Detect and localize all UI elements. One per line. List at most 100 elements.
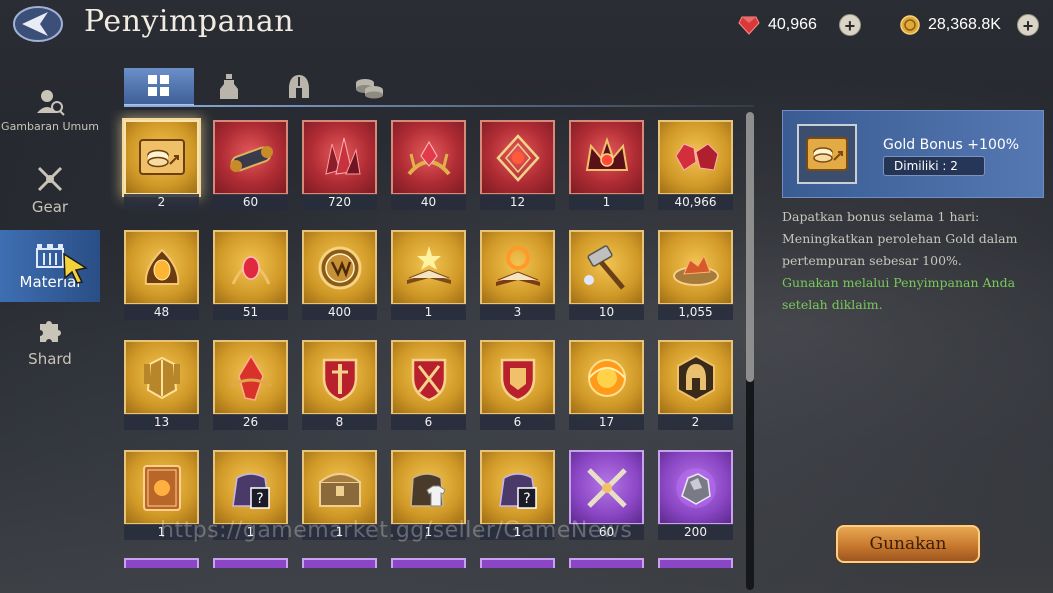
detail-item-name: Gold Bonus +100% (883, 137, 1020, 153)
item-frame[interactable] (124, 120, 199, 195)
item-count: 1 (213, 524, 288, 540)
tab-currency[interactable] (334, 68, 404, 106)
sword-shield-icon (322, 358, 357, 401)
mystery-bag-icon: ? (231, 472, 270, 509)
inventory-slot[interactable]: 1 (569, 120, 644, 210)
item-frame[interactable] (302, 340, 377, 415)
item-count: 48 (124, 304, 199, 320)
inventory-slot[interactable]: 17 (569, 340, 644, 430)
item-frame[interactable] (569, 120, 644, 195)
item-frame[interactable]: ? (480, 450, 555, 525)
grid-icon (148, 75, 169, 96)
inventory-slot[interactable]: 26 (213, 340, 288, 430)
inventory-slot[interactable]: 10 (569, 230, 644, 320)
item-count: 720 (302, 194, 377, 210)
item-frame[interactable]: ? (213, 450, 288, 525)
inventory-slot[interactable]: 6 (480, 340, 555, 430)
item-frame[interactable] (480, 340, 555, 415)
inventory-slot[interactable]: 1 (124, 450, 199, 540)
item-frame[interactable] (658, 230, 733, 305)
sidebar-item-shard[interactable]: Shard (0, 302, 100, 382)
item-count: 400 (302, 304, 377, 320)
add-gems-button[interactable]: + (838, 14, 861, 36)
inventory-slot[interactable]: 51 (213, 230, 288, 320)
puzzle-icon (40, 321, 61, 342)
sidebar-item-overview[interactable]: Gambaran Umum (0, 70, 100, 150)
inventory-scrollbar[interactable] (746, 112, 754, 590)
inventory-slot[interactable]: 200 (658, 450, 733, 540)
inventory-slot[interactable]: 1 (391, 230, 466, 320)
inventory-slot[interactable]: 2 (124, 120, 199, 210)
inventory-slot[interactable]: 8 (302, 340, 377, 430)
inventory-slot[interactable]: 12 (480, 120, 555, 210)
item-count: 6 (480, 414, 555, 430)
item-frame[interactable] (302, 230, 377, 305)
gold-amount: 28,368.8K (928, 16, 1001, 33)
helmet-icon (289, 75, 309, 98)
item-count: 2 (658, 414, 733, 430)
back-button[interactable] (10, 4, 66, 44)
use-button[interactable]: Gunakan (836, 525, 980, 563)
item-count: 60 (569, 524, 644, 540)
item-count: 17 (569, 414, 644, 430)
potion-icon (220, 74, 238, 99)
item-frame[interactable] (569, 340, 644, 415)
inventory-slot[interactable]: 48 (124, 230, 199, 320)
inventory-slot[interactable]: 13 (124, 340, 199, 430)
ruby-claw-icon (231, 255, 270, 285)
item-frame[interactable] (124, 450, 199, 525)
item-frame[interactable] (391, 230, 466, 305)
sidebar-item-material[interactable]: Material (0, 230, 100, 302)
item-frame[interactable] (213, 340, 288, 415)
inventory-slot[interactable]: ? 1 (213, 450, 288, 540)
inventory-slot[interactable]: 6 (391, 340, 466, 430)
add-gold-button[interactable]: + (1016, 14, 1039, 36)
item-frame[interactable] (480, 230, 555, 305)
inventory-slot[interactable]: 1,055 (658, 230, 733, 320)
item-frame[interactable] (569, 450, 644, 525)
item-frame[interactable] (124, 340, 199, 415)
item-frame[interactable] (391, 450, 466, 525)
inventory-slot[interactable]: 1 (391, 450, 466, 540)
sidebar-item-gear[interactable]: Gear (0, 150, 100, 230)
item-frame[interactable] (391, 120, 466, 195)
item-count: 40 (391, 194, 466, 210)
item-count: 51 (213, 304, 288, 320)
crossed-swords-icon (37, 166, 63, 192)
item-count: 26 (213, 414, 288, 430)
item-count: 200 (658, 524, 733, 540)
inventory-slot[interactable]: 400 (302, 230, 377, 320)
inventory-slot[interactable]: ? 1 (480, 450, 555, 540)
inventory-slot[interactable]: 1 (302, 450, 377, 540)
inventory-slot[interactable]: 40,966 (658, 120, 733, 210)
tab-equipment[interactable] (264, 68, 334, 106)
owned-count-badge: Dimiliki : 2 (883, 156, 985, 176)
hammer-icon (583, 244, 625, 290)
item-frame[interactable] (302, 120, 377, 195)
item-frame[interactable] (569, 230, 644, 305)
inventory-slot[interactable]: 720 (302, 120, 377, 210)
inventory-slot[interactable]: 40 (391, 120, 466, 210)
scrollbar-thumb[interactable] (746, 112, 754, 382)
item-frame[interactable] (391, 340, 466, 415)
red-crystal-cluster-icon (324, 137, 361, 175)
svg-text:?: ? (256, 491, 263, 507)
item-count: 1 (391, 304, 466, 320)
inventory-slot[interactable]: 3 (480, 230, 555, 320)
item-frame[interactable] (658, 450, 733, 525)
page-title: Penyimpanan (84, 4, 295, 39)
item-frame[interactable] (658, 120, 733, 195)
inventory-slot[interactable]: 2 (658, 340, 733, 430)
item-frame[interactable] (213, 120, 288, 195)
tab-all[interactable] (124, 68, 194, 106)
item-frame[interactable] (302, 450, 377, 525)
tab-consumables[interactable] (194, 68, 264, 106)
inventory-slot[interactable]: 60 (569, 450, 644, 540)
golden-armor-icon (143, 356, 180, 399)
item-frame[interactable] (658, 340, 733, 415)
item-frame[interactable] (480, 120, 555, 195)
item-frame[interactable] (213, 230, 288, 305)
inventory-slot[interactable]: 60 (213, 120, 288, 210)
item-frame[interactable] (124, 230, 199, 305)
item-count: 6 (391, 414, 466, 430)
